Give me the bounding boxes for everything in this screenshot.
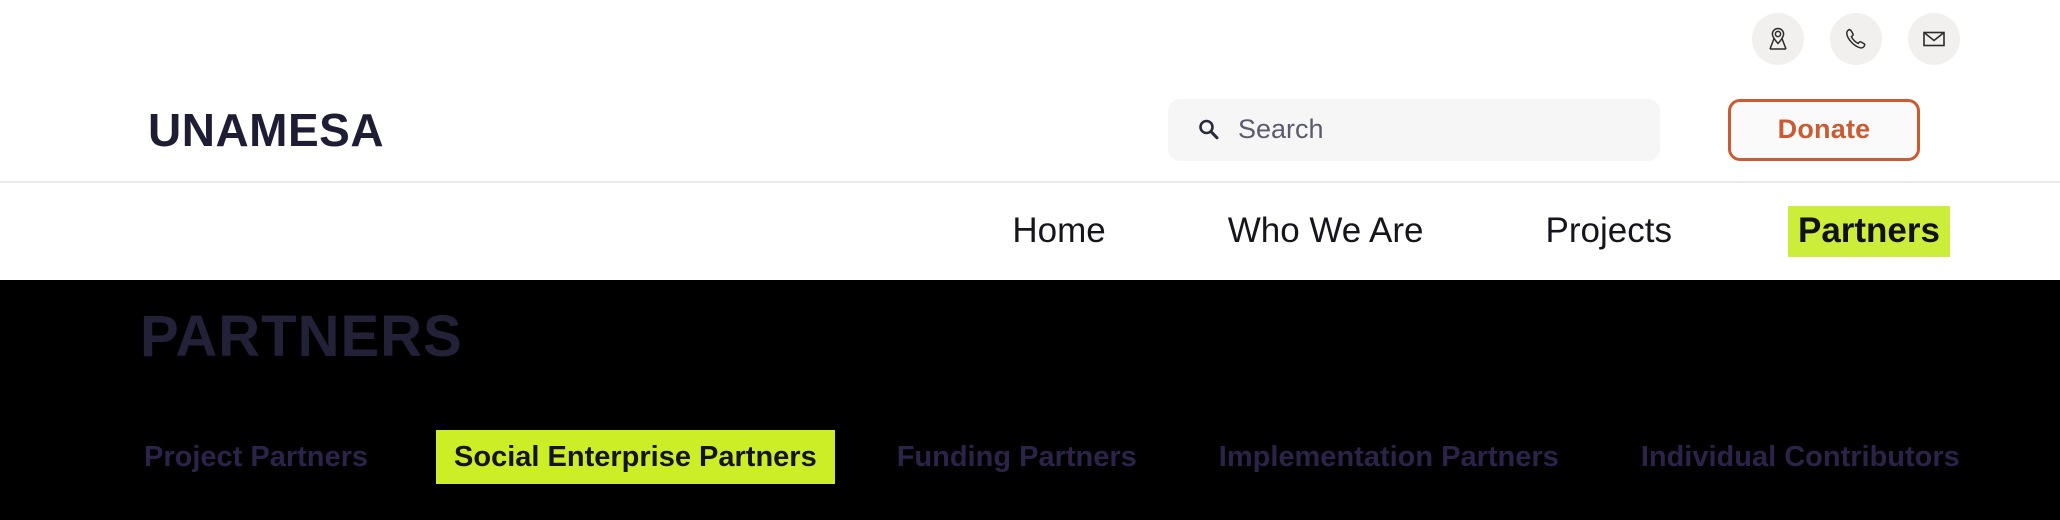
- location-pin-icon[interactable]: [1752, 13, 1804, 65]
- main-header: UNAMESA Donate: [0, 78, 2060, 183]
- search-box[interactable]: [1168, 98, 1660, 161]
- page-root: UNAMESA Donate Home Who We Are Projects …: [0, 0, 2060, 520]
- mail-icon-glyph: [1923, 31, 1945, 47]
- tab-project-partners[interactable]: Project Partners: [140, 436, 372, 478]
- utility-icon-bar: [0, 0, 2060, 78]
- phone-icon-glyph: [1846, 28, 1866, 49]
- brand-logo[interactable]: UNAMESA: [148, 103, 384, 157]
- search-icon-glyph: [1199, 119, 1219, 140]
- location-pin-icon-glyph: [1769, 27, 1787, 50]
- tab-implementation-partners[interactable]: Implementation Partners: [1215, 436, 1563, 478]
- search-icon: [1196, 117, 1221, 142]
- nav-item-who-we-are[interactable]: Who We Are: [1222, 210, 1430, 253]
- hero-section: PARTNERS Project Partners Social Enterpr…: [0, 280, 2060, 520]
- donate-button[interactable]: Donate: [1728, 98, 1920, 161]
- nav-item-projects[interactable]: Projects: [1540, 210, 1678, 253]
- nav-item-partners[interactable]: Partners: [1787, 206, 1950, 257]
- mail-icon[interactable]: [1908, 13, 1960, 65]
- hero-tab-bar: Project Partners Social Enterprise Partn…: [140, 430, 2038, 485]
- phone-icon[interactable]: [1830, 13, 1882, 65]
- nav-item-home[interactable]: Home: [1006, 210, 1111, 253]
- tab-funding-partners[interactable]: Funding Partners: [893, 436, 1141, 478]
- search-input[interactable]: [1238, 98, 1660, 161]
- tab-social-enterprise-partners[interactable]: Social Enterprise Partners: [436, 430, 835, 485]
- tab-individual-contributors[interactable]: Individual Contributors: [1637, 436, 1964, 478]
- page-title: PARTNERS: [140, 304, 463, 369]
- primary-navigation: Home Who We Are Projects Partners: [0, 183, 2060, 280]
